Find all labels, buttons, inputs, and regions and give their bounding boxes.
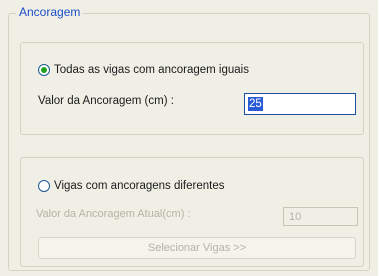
current-anchorage-input[interactable]: 10 <box>283 207 358 226</box>
radio-different-anchorage[interactable]: Vigas com ancoragens diferentes <box>38 180 224 192</box>
radio-dot <box>41 67 47 73</box>
equal-anchorage-panel <box>20 42 364 135</box>
radio-selected-icon[interactable] <box>38 64 50 76</box>
anchorage-value-label: Valor da Ancoragem (cm) : <box>38 95 174 107</box>
select-beams-button[interactable]: Selecionar Vigas >> <box>38 237 356 259</box>
ancoragem-dialog: Ancoragem Todas as vigas com ancoragem i… <box>0 0 380 276</box>
radio-equal-anchorage[interactable]: Todas as vigas com ancoragem iguais <box>38 64 249 76</box>
anchorage-value-input[interactable]: 25 <box>244 93 356 115</box>
group-title: Ancoragem <box>16 5 84 19</box>
current-anchorage-text: 10 <box>289 210 302 223</box>
radio-equal-label: Todas as vigas com ancoragem iguais <box>54 64 249 76</box>
radio-different-label: Vigas com ancoragens diferentes <box>54 180 225 192</box>
current-anchorage-label: Valor da Ancoragem Atual(cm) : <box>36 208 191 220</box>
anchorage-value-text: 25 <box>248 97 263 111</box>
radio-unselected-icon[interactable] <box>38 180 50 192</box>
